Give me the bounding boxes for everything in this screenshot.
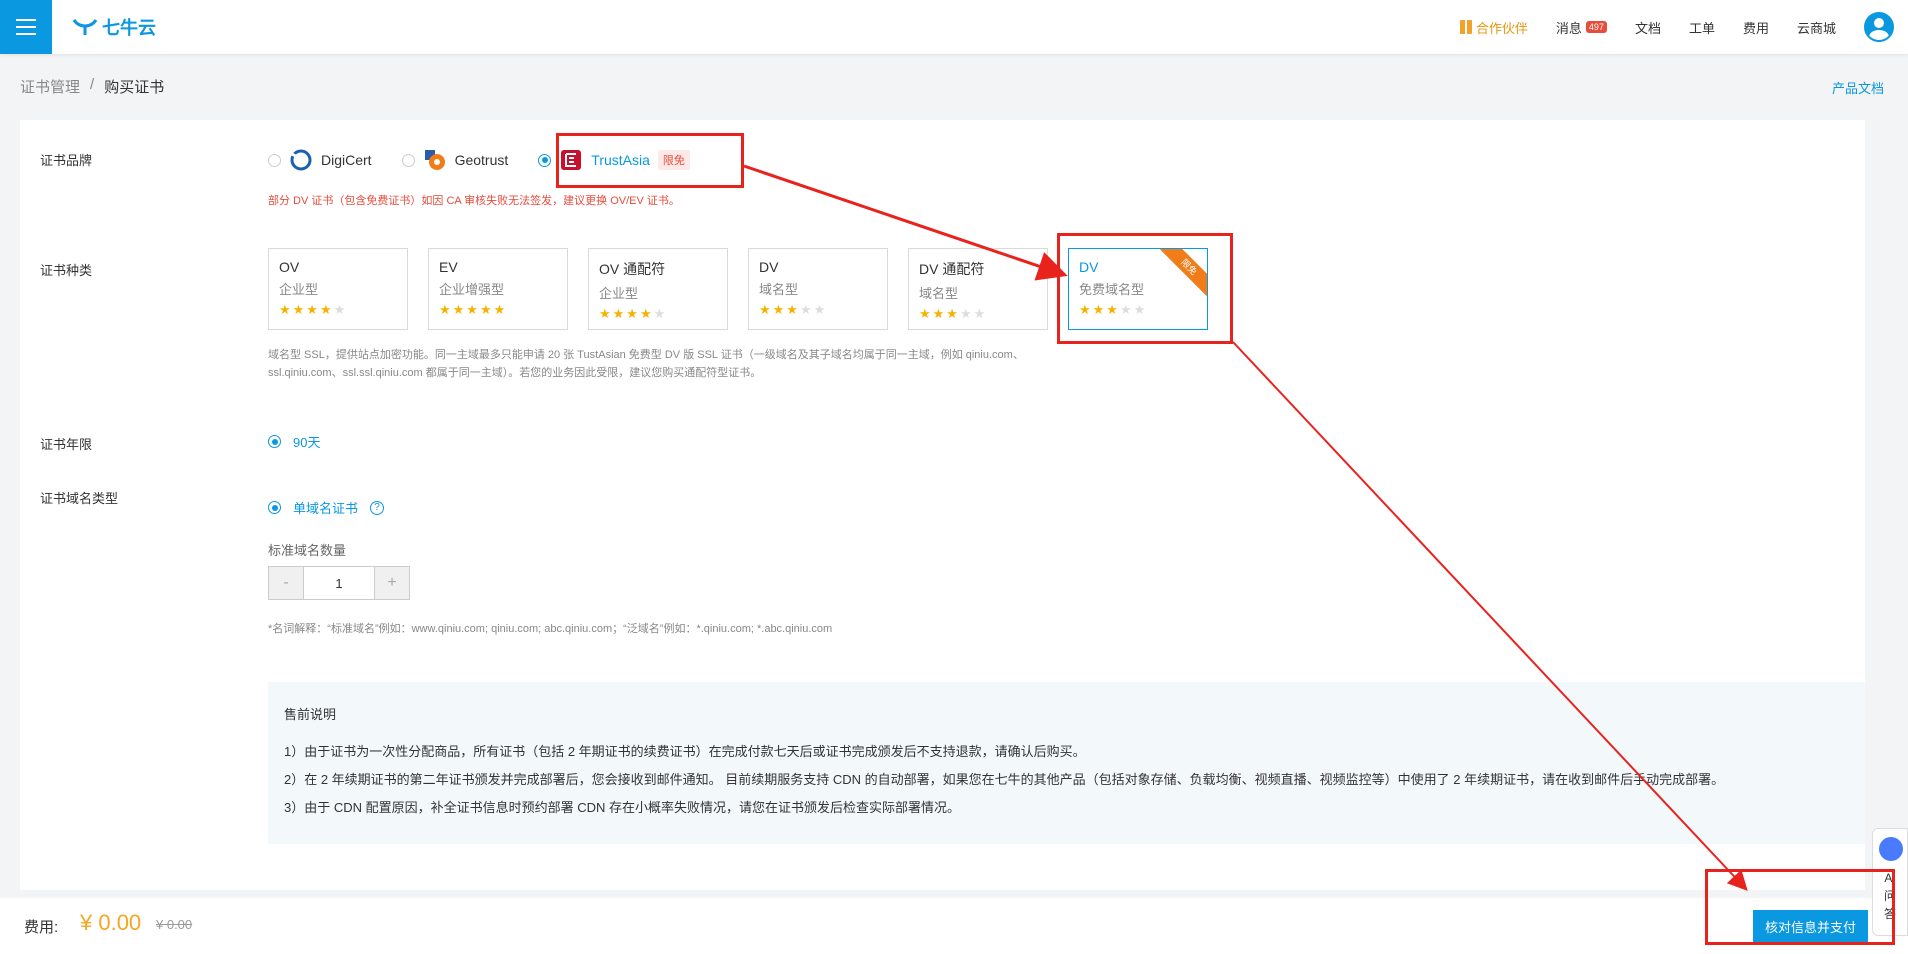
term-explanation-note: *名词解释：“标准域名”例如：www.qiniu.com; qiniu.com;…: [268, 623, 833, 635]
rating-stars: ★★★★★: [759, 302, 828, 317]
brand-name-digicert: DigiCert: [321, 152, 372, 168]
presale-notice: 售前说明 1）由于证书为一次性分配商品，所有证书（包括 2 年期证书的续费证书）…: [268, 682, 1865, 844]
breadcrumb-current: 购买证书: [104, 79, 165, 96]
rating-stars: ★★★★★: [919, 306, 988, 321]
radio-digicert[interactable]: [268, 153, 281, 167]
footer-bar: 费用: ¥ 0.00 ¥ 0.00 核对信息并支付: [0, 898, 1908, 954]
nav-messages-label: 消息: [1555, 20, 1582, 36]
qty-increase-button[interactable]: +: [375, 567, 409, 599]
type-card-dv-wildcard[interactable]: DV 通配符 域名型 ★★★★★: [908, 248, 1048, 330]
type-description-line-1: 域名型 SSL，提供站点加密功能。同一主域最多只能申请 20 张 TustAsi…: [268, 349, 1024, 361]
brand-name-geotrust: Geotrust: [454, 152, 509, 168]
type-sub: 企业型: [599, 286, 639, 301]
nav-marketplace[interactable]: 云商城: [1797, 18, 1836, 37]
brand-option-geotrust[interactable]: Geotrust: [401, 148, 509, 172]
type-name: OV 通配符: [599, 261, 666, 277]
type-card-ov-wildcard[interactable]: OV 通配符 企业型 ★★★★★: [588, 248, 728, 330]
domain-type-value: 单域名证书: [293, 501, 359, 516]
message-count-badge: 497: [1585, 21, 1607, 33]
nav-messages[interactable]: 消息 497: [1556, 18, 1607, 37]
domain-type-label: 证书域名类型: [40, 491, 119, 506]
type-card-dv[interactable]: DV 域名型 ★★★★★: [748, 248, 888, 330]
presale-title: 售前说明: [284, 707, 337, 722]
type-label: 证书种类: [40, 263, 93, 278]
radio-90-days[interactable]: [268, 435, 281, 448]
type-sub: 域名型: [759, 282, 799, 297]
nav-billing[interactable]: 费用: [1743, 18, 1769, 37]
ai-assistant-icon: [1879, 837, 1903, 861]
type-name: OV: [279, 259, 300, 275]
breadcrumb: 证书管理 / 购买证书: [20, 76, 164, 97]
top-bar: 七牛云 合作伙伴 消息 497 文档 工单 费用 云商城: [0, 0, 1908, 54]
radio-single-domain[interactable]: [268, 501, 281, 514]
rating-stars: ★★★★★: [279, 302, 348, 317]
annotation-box-dv-free: [1057, 233, 1233, 344]
year-value: 90天: [293, 435, 321, 450]
brand-warning: 部分 DV 证书（包含免费证书）如因 CA 审核失败无法签发，建议更换 OV/E…: [268, 195, 680, 207]
type-sub: 企业增强型: [439, 282, 505, 297]
annotation-box-trustasia: [556, 133, 744, 188]
type-name: DV: [759, 259, 779, 275]
brand-option-digicert[interactable]: DigiCert: [268, 148, 372, 172]
annotation-box-pay: [1705, 869, 1895, 945]
type-name: DV 通配符: [919, 261, 985, 277]
menu-icon[interactable]: [0, 0, 52, 54]
year-label: 证书年限: [40, 437, 93, 452]
domain-type-option-single[interactable]: 单域名证书 ?: [268, 498, 385, 517]
fee-value: ¥ 0.00: [80, 910, 142, 935]
nav-partner[interactable]: 合作伙伴: [1459, 18, 1528, 37]
type-description: 域名型 SSL，提供站点加密功能。同一主域最多只能申请 20 张 TustAsi…: [268, 346, 1128, 382]
presale-item-3: 3）由于 CDN 配置原因，补全证书信息时预约部署 CDN 存在小概率失败情况，…: [284, 800, 961, 815]
product-docs-link[interactable]: 产品文档: [1832, 78, 1884, 97]
fee-original-price: ¥ 0.00: [156, 917, 193, 932]
presale-item-2: 2）在 2 年续期证书的第二年证书颁发并完成部署后，您会接收到邮件通知。 目前续…: [284, 772, 1725, 787]
logo-text: 七牛云: [102, 18, 156, 38]
user-avatar[interactable]: [1864, 12, 1894, 42]
type-card-ev[interactable]: EV 企业增强型 ★★★★★: [428, 248, 568, 330]
top-nav: 合作伙伴 消息 497 文档 工单 费用 云商城: [1459, 0, 1908, 54]
fee-label: 费用:: [24, 919, 59, 936]
type-sub: 域名型: [919, 286, 959, 301]
breadcrumb-parent[interactable]: 证书管理: [20, 76, 80, 97]
geotrust-logo-icon: [424, 150, 445, 170]
type-name: EV: [439, 259, 458, 275]
qty-decrease-button[interactable]: -: [269, 567, 303, 599]
rating-stars: ★★★★★: [599, 306, 668, 321]
domain-qty-label: 标准域名数量: [268, 543, 347, 558]
nav-docs[interactable]: 文档: [1635, 18, 1661, 37]
nav-tickets[interactable]: 工单: [1689, 18, 1715, 37]
presale-item-1: 1）由于证书为一次性分配商品，所有证书（包括 2 年期证书的续费证书）在完成付款…: [284, 744, 1086, 759]
qty-input[interactable]: 1: [303, 567, 375, 599]
logo[interactable]: 七牛云: [72, 14, 156, 40]
digicert-logo-icon: [290, 149, 312, 171]
help-icon[interactable]: ?: [370, 500, 385, 515]
year-option-90-days[interactable]: 90天: [268, 432, 320, 451]
breadcrumb-separator: /: [90, 76, 95, 93]
type-card-ov[interactable]: OV 企业型 ★★★★★: [268, 248, 408, 330]
purchase-form-card: 证书品牌 DigiCert Geotrust TrustAsia 限免 部分 D…: [20, 120, 1865, 890]
radio-trustasia[interactable]: [538, 153, 552, 167]
gift-icon: [1459, 20, 1472, 34]
rating-stars: ★★★★★: [439, 302, 508, 317]
type-sub: 企业型: [279, 282, 319, 297]
type-description-line-2: ssl.qiniu.com、ssl.ssl.qiniu.com 都属于同一主域）…: [268, 367, 762, 379]
nav-partner-label: 合作伙伴: [1475, 20, 1528, 36]
radio-geotrust[interactable]: [401, 153, 415, 167]
brand-label: 证书品牌: [40, 153, 93, 168]
domain-qty-stepper: - 1 +: [268, 566, 410, 600]
qiniu-logo-icon: [72, 19, 98, 35]
